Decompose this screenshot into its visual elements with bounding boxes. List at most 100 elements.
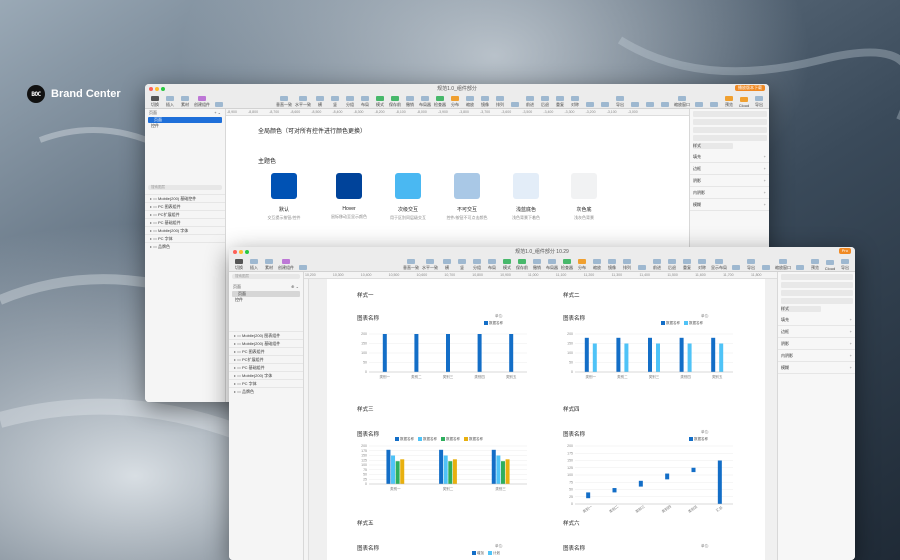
toolbar-button[interactable]	[760, 265, 772, 271]
add-page-icon[interactable]: + ⌄	[214, 109, 221, 117]
inspector-row-shadow[interactable]: 阴影	[690, 175, 769, 187]
toolbar-button[interactable]: 显示布局	[711, 259, 727, 271]
toolbar-button[interactable]: 分组	[344, 96, 356, 108]
toolbar-button[interactable]: 创建组件	[194, 96, 210, 108]
window-titlebar[interactable]: 规范1.0_组件部分 10.29 Pro	[229, 247, 855, 257]
minimize-button[interactable]	[239, 250, 243, 254]
position-controls[interactable]	[781, 290, 853, 296]
pro-badge[interactable]: Pro	[838, 248, 851, 254]
layer-item[interactable]: PC 字体	[229, 379, 303, 387]
toolbar-button[interactable]: 镜像	[606, 259, 618, 271]
toolbar-button[interactable]	[599, 102, 611, 108]
toolbar-button[interactable]: 缩放窗口	[674, 96, 690, 108]
toolbar-button[interactable]: 前进	[524, 96, 536, 108]
layer-item[interactable]: Mobile(200) 图表组件	[229, 331, 303, 339]
toolbar-button[interactable]: 对称	[569, 96, 581, 108]
inspector-row-fill[interactable]: 填充	[690, 151, 769, 163]
layer-item[interactable]: PC 基础组件	[229, 363, 303, 371]
layer-item[interactable]: 品牌色	[145, 242, 225, 250]
zoom-button[interactable]	[245, 250, 249, 254]
size-controls[interactable]	[781, 282, 853, 288]
toolbar-button[interactable]: 保存前	[389, 96, 401, 108]
layer-item[interactable]: Mobile(200) 基础控件	[145, 194, 225, 202]
inspector-row-shadow[interactable]: 阴影	[778, 338, 855, 350]
layer-item[interactable]: PC 图表组件	[229, 347, 303, 355]
window-titlebar[interactable]: 规范1.0_组件部分 播放版本下载	[145, 84, 769, 94]
toolbar-button[interactable]: 布局	[359, 96, 371, 108]
layer-item[interactable]: Mobile(200) 基础组件	[229, 339, 303, 347]
toolbar-button[interactable]: 导出	[614, 96, 626, 108]
toolbar-button[interactable]: 布局器	[419, 96, 431, 108]
toolbar-button[interactable]: 导出	[753, 96, 765, 108]
toolbar-button[interactable]	[708, 102, 720, 108]
toolbar-button[interactable]: 前进	[651, 259, 663, 271]
toolbar-button[interactable]: 撤销	[404, 96, 416, 108]
layer-item[interactable]: PC扩展组件	[145, 210, 225, 218]
canvas-area[interactable]: 样式一 样式二 样式三 样式四 样式五 样式六 图表名称 单位: 数据名称 0 5…	[309, 279, 777, 560]
toolbar-button[interactable]: 素材	[179, 96, 191, 108]
chart-artboard[interactable]: 样式一 样式二 样式三 样式四 样式五 样式六 图表名称 单位: 数据名称 0 5…	[327, 279, 765, 560]
toolbar-button[interactable]	[213, 102, 225, 108]
swatch-default[interactable]: 默认 交互提示按钮/控件	[249, 173, 319, 221]
toolbar-button[interactable]: 切换	[149, 96, 161, 108]
toolbar-button[interactable]	[794, 265, 806, 271]
toolbar-button[interactable]: Cloud	[824, 260, 836, 271]
toolbar-button[interactable]: 预览	[809, 259, 821, 271]
inspector-row-inner-shadow[interactable]: 内阴影	[778, 350, 855, 362]
toolbar-button[interactable]: 分布	[449, 96, 461, 108]
close-button[interactable]	[233, 250, 237, 254]
toolbar-button[interactable]: 分组	[471, 259, 483, 271]
toolbar-button[interactable]	[509, 102, 521, 108]
close-button[interactable]	[149, 87, 153, 91]
toolbar-button[interactable]: 重复	[554, 96, 566, 108]
layer-item[interactable]: PC扩展组件	[229, 355, 303, 363]
toolbar-button[interactable]: 插入	[164, 96, 176, 108]
toolbar-button[interactable]: 素材	[263, 259, 275, 271]
toolbar-button[interactable]: 导出	[745, 259, 757, 271]
zoom-button[interactable]	[161, 87, 165, 91]
minimize-button[interactable]	[155, 87, 159, 91]
inspector-row-blur[interactable]: 模糊	[778, 362, 855, 374]
toolbar-button[interactable]: 模式	[501, 259, 513, 271]
toolbar-button[interactable]: 横	[441, 259, 453, 271]
toolbar-button[interactable]	[659, 102, 671, 108]
toolbar-button[interactable]: Cloud	[738, 97, 750, 108]
toolbar-button[interactable]: 创建组件	[278, 259, 294, 271]
toolbar-button[interactable]: 缩放窗口	[775, 259, 791, 271]
toolbar-button[interactable]: 横	[314, 96, 326, 108]
position-controls[interactable]	[693, 127, 767, 133]
inspector-row-blur[interactable]: 模糊	[690, 199, 769, 211]
toolbar-button[interactable]: 重复	[681, 259, 693, 271]
toolbar-button[interactable]: 保存前	[516, 259, 528, 271]
sketch-window-front[interactable]: 规范1.0_组件部分 10.29 Pro 切换 插入 素材 创建组件 垂直一致 水平一致 横…	[229, 247, 855, 560]
swatch-gray[interactable]: 灰色底 浅灰色背景	[549, 173, 619, 221]
inspector-row-border[interactable]: 边框	[778, 326, 855, 338]
toolbar-button[interactable]: 后退	[539, 96, 551, 108]
toolbar-button[interactable]	[584, 102, 596, 108]
layer-item[interactable]: PC 字体	[145, 234, 225, 242]
align-controls[interactable]	[693, 111, 767, 117]
toolbar-button[interactable]: 检查器	[434, 96, 446, 108]
layer-item[interactable]: Mobile(200) 字体	[229, 371, 303, 379]
toolbar-button[interactable]: 缩放	[464, 96, 476, 108]
window-controls[interactable]	[149, 87, 165, 91]
toolbar-button[interactable]: 水平一致	[422, 259, 438, 271]
inspector-row-inner-shadow[interactable]: 内阴影	[690, 187, 769, 199]
layer-search-input[interactable]: 搜索图层	[148, 185, 222, 190]
toolbar-button[interactable]: 垂直一致	[403, 259, 419, 271]
toolbar-button[interactable]	[297, 265, 309, 271]
toolbar-button[interactable]: 后退	[666, 259, 678, 271]
size-controls[interactable]	[693, 119, 767, 125]
toolbar-button[interactable]: 竖	[456, 259, 468, 271]
transform-controls[interactable]	[693, 135, 767, 141]
inspector-row-border[interactable]: 边框	[690, 163, 769, 175]
toolbar-button[interactable]: 竖	[329, 96, 341, 108]
toolbar-button[interactable]: 对称	[696, 259, 708, 271]
window-controls[interactable]	[233, 250, 249, 254]
layer-item[interactable]: Mobile(200) 字体	[145, 226, 225, 234]
layer-item[interactable]: 品牌色	[229, 387, 303, 395]
toolbar-button[interactable]: 分布	[576, 259, 588, 271]
toolbar-button[interactable]: 镜像	[479, 96, 491, 108]
layer-search-input[interactable]: 搜索图层	[232, 274, 300, 279]
toolbar-button[interactable]: 插入	[248, 259, 260, 271]
